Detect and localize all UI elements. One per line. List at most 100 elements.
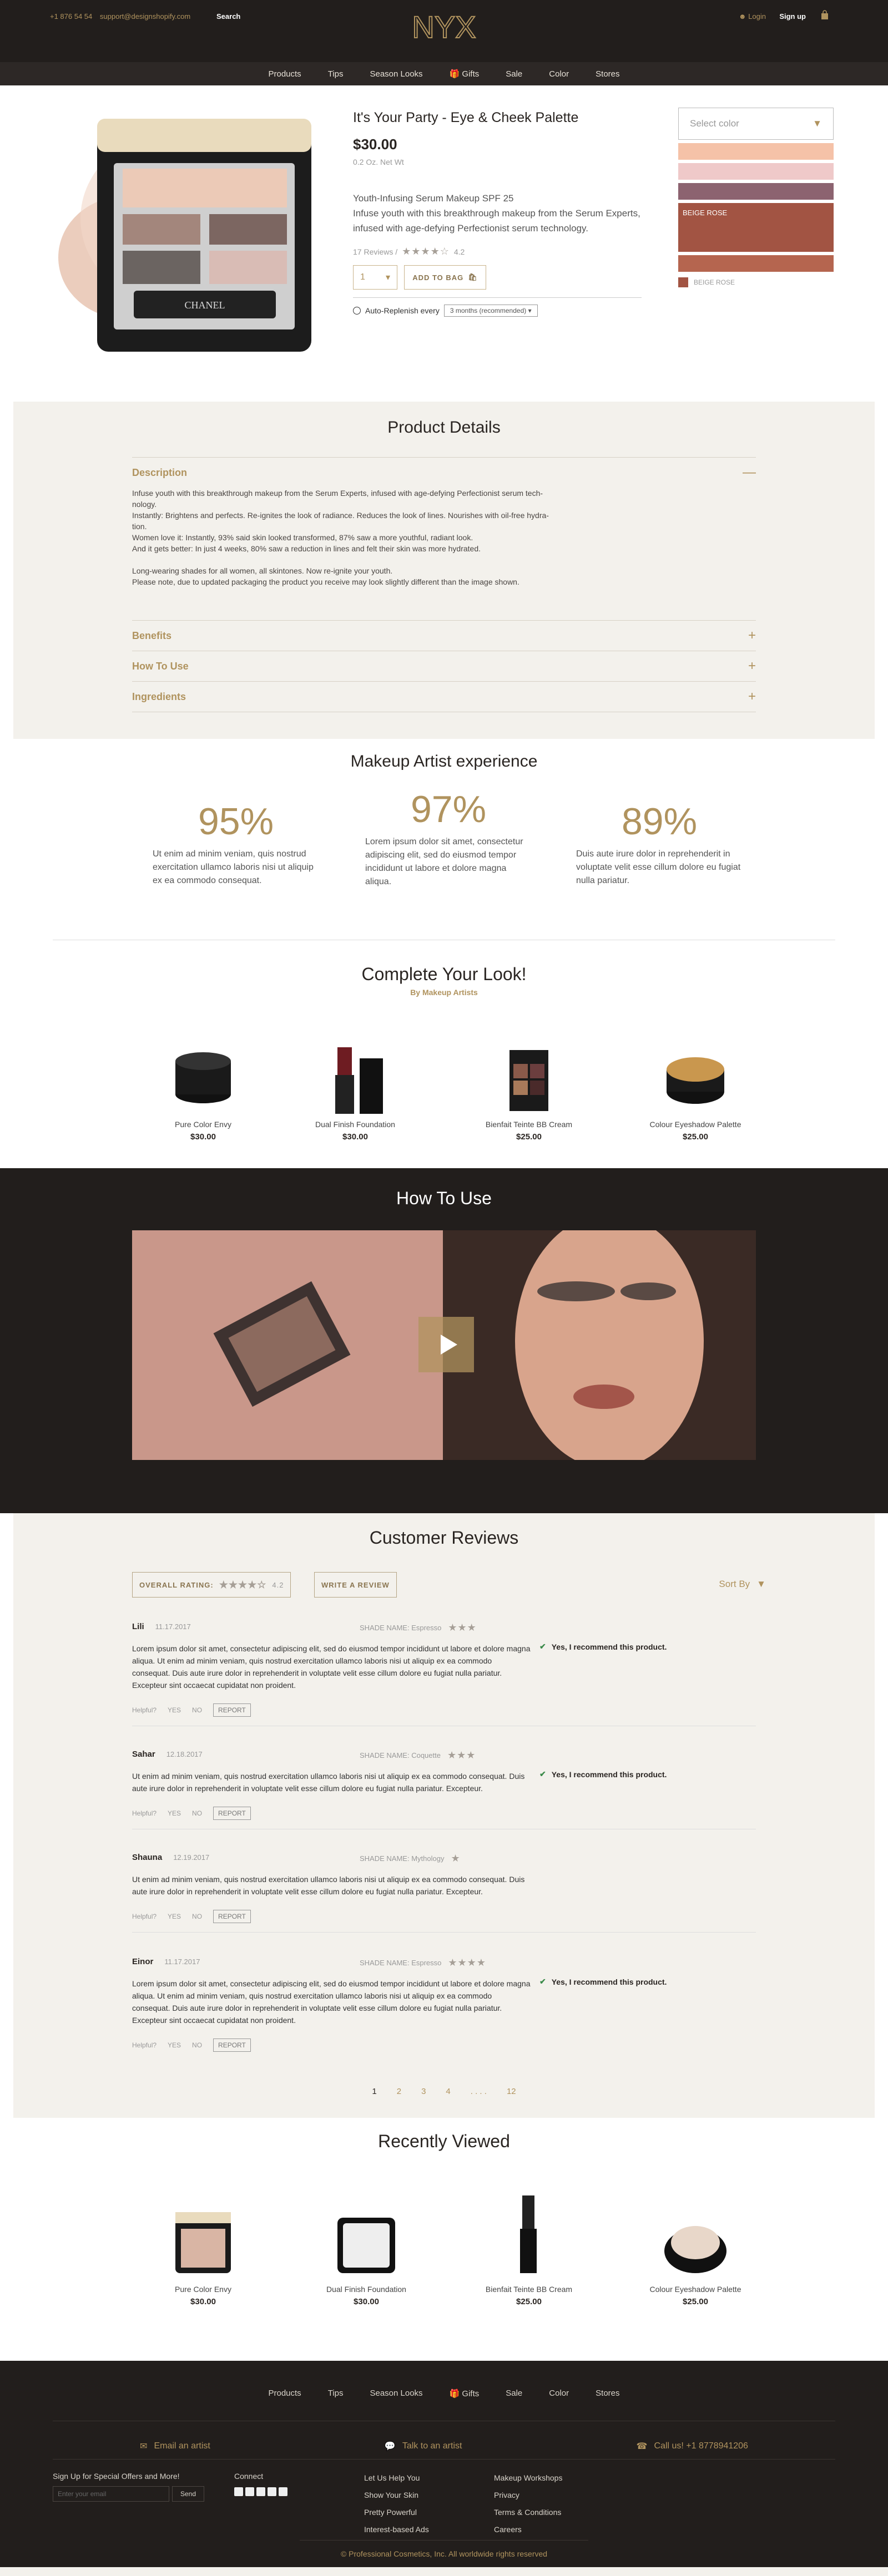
footer-nav-stores[interactable]: Stores: [596, 2389, 619, 2398]
login-link[interactable]: ☻ Login: [739, 12, 766, 21]
product-card[interactable]: Colour Eyeshadow Palette $25.00: [634, 1031, 756, 1142]
description-line: Women love it: Instantly, 93% said skin …: [132, 533, 473, 542]
swatch-5[interactable]: [678, 255, 834, 272]
facebook-icon[interactable]: [234, 2487, 243, 2496]
send-button[interactable]: Send: [172, 2486, 204, 2502]
product-card[interactable]: Bienfait Teinte BB Cream $25.00: [468, 2190, 590, 2306]
call-link[interactable]: ☎ Call us! +1 8778941206: [637, 2433, 748, 2459]
play-button[interactable]: [418, 1317, 474, 1372]
accordion-header-how-to-use[interactable]: How To Use +: [132, 651, 756, 681]
logo[interactable]: NYX: [405, 10, 483, 43]
email-input[interactable]: Enter your email: [53, 2486, 169, 2502]
footer-nav-gifts[interactable]: 🎁 Gifts: [450, 2389, 480, 2398]
color-select-label: Select color: [690, 118, 739, 129]
helpful-yes[interactable]: YES: [168, 2041, 181, 2049]
nav-sale[interactable]: Sale: [506, 69, 522, 79]
makeup-artist-experience: Makeup Artist experience 95% Ut enim ad …: [0, 739, 888, 953]
nav-gifts[interactable]: 🎁 Gifts: [450, 69, 480, 79]
product-price: $30.00: [190, 2297, 216, 2306]
stat-text: Ut enim ad minim veniam, quis nostrud ex…: [153, 849, 314, 885]
product-card[interactable]: Bienfait Teinte BB Cream $25.00: [468, 1031, 590, 1142]
product-card[interactable]: Dual Finish Foundation $30.00: [305, 2190, 427, 2306]
signup-link[interactable]: Sign up: [779, 12, 806, 21]
footer-link[interactable]: Let Us Help You: [364, 2469, 429, 2487]
talk-artist-label: Talk to an artist: [402, 2441, 462, 2451]
email-artist-link[interactable]: ✉ Email an artist: [140, 2433, 210, 2459]
product-card[interactable]: Colour Eyeshadow Palette $25.00: [634, 2190, 756, 2306]
footer-link[interactable]: Terms & Conditions: [494, 2504, 562, 2521]
email-link[interactable]: support@designshopify.com: [100, 12, 190, 21]
page-link[interactable]: 12: [507, 2087, 516, 2096]
product-card[interactable]: Pure Color Envy $30.00: [142, 1031, 264, 1142]
footer-link[interactable]: Privacy: [494, 2487, 562, 2504]
shopping-bag-icon[interactable]: [820, 10, 830, 20]
report-button[interactable]: REPORT: [213, 1807, 251, 1820]
nav-season-looks[interactable]: Season Looks: [370, 69, 422, 79]
footer-link[interactable]: Show Your Skin: [364, 2487, 429, 2504]
product-thumbnail: [520, 2195, 537, 2273]
helpful-yes[interactable]: YES: [168, 1913, 181, 1920]
color-select[interactable]: Select color ▼: [678, 108, 834, 140]
accordion-header-ingredients[interactable]: Ingredients +: [132, 682, 756, 712]
footer-nav-products[interactable]: Products: [268, 2389, 301, 2398]
accordion-header-benefits[interactable]: Benefits +: [132, 621, 756, 651]
swatch-1[interactable]: [678, 143, 834, 160]
helpful-yes[interactable]: YES: [168, 1809, 181, 1817]
footer-link[interactable]: Careers: [494, 2521, 562, 2538]
shade-prefix: SHADE NAME:: [360, 1624, 410, 1632]
replenish-radio[interactable]: [353, 307, 361, 315]
social-links: [234, 2487, 287, 2496]
instagram-icon[interactable]: [268, 2487, 276, 2496]
description-line: And it gets better: In just 4 weeks, 80%…: [132, 544, 481, 553]
report-button[interactable]: REPORT: [213, 1703, 251, 1717]
footer-nav-sale[interactable]: Sale: [506, 2389, 522, 2398]
helpful-no[interactable]: NO: [192, 1913, 202, 1920]
helpful-no[interactable]: NO: [192, 1809, 202, 1817]
rss-icon[interactable]: [279, 2487, 287, 2496]
youtube-icon[interactable]: [256, 2487, 265, 2496]
footer-nav-tips[interactable]: Tips: [328, 2389, 344, 2398]
swatch-selected[interactable]: BEIGE ROSE: [678, 203, 834, 252]
helpful-no[interactable]: NO: [192, 2041, 202, 2049]
description-line: [132, 554, 756, 565]
nav-tips[interactable]: Tips: [328, 69, 344, 79]
page-link[interactable]: 2: [397, 2087, 401, 2096]
review-item: Sahar 12.18.2017 SHADE NAME: Coquette ★★★ …: [132, 1750, 756, 1829]
add-to-bag-button[interactable]: ADD TO BAG 🛍: [404, 265, 486, 290]
write-review-button[interactable]: WRITE A REVIEW: [314, 1572, 397, 1598]
product-card[interactable]: Pure Color Envy $30.00: [142, 2190, 264, 2306]
description-body: Infuse youth with this breakthrough make…: [353, 208, 640, 234]
footer-link[interactable]: Pretty Powerful: [364, 2504, 429, 2521]
footer-nav-color[interactable]: Color: [549, 2389, 569, 2398]
report-button[interactable]: REPORT: [213, 1910, 251, 1923]
report-button[interactable]: REPORT: [213, 2039, 251, 2052]
nav-stores[interactable]: Stores: [596, 69, 619, 79]
sort-by-dropdown[interactable]: Sort By ▼: [719, 1579, 766, 1590]
swatch-2[interactable]: [678, 163, 834, 180]
quantity-select[interactable]: 1 ▾: [353, 265, 397, 290]
replenish-select[interactable]: 3 months (recommended) ▾: [443, 305, 538, 317]
footer-nav-season-looks[interactable]: Season Looks: [370, 2389, 422, 2398]
search-link[interactable]: Search: [216, 12, 240, 21]
review-date: 11.17.2017: [164, 1958, 200, 1966]
talk-artist-link[interactable]: 💬 Talk to an artist: [385, 2433, 462, 2459]
swatch-3[interactable]: [678, 183, 834, 200]
footer-link[interactable]: Makeup Workshops: [494, 2469, 562, 2487]
product-thumbnail: [335, 1047, 383, 1114]
phone-icon: ☎: [636, 2442, 648, 2451]
helpful-yes[interactable]: YES: [168, 1706, 181, 1714]
footer-link[interactable]: Interest-based Ads: [364, 2521, 429, 2538]
helpful-no[interactable]: NO: [192, 1706, 202, 1714]
twitter-icon[interactable]: [245, 2487, 254, 2496]
nav-color[interactable]: Color: [549, 69, 569, 79]
product-card[interactable]: Dual Finish Foundation $30.00: [294, 1031, 416, 1142]
phone-link[interactable]: +1 876 54 54: [50, 12, 92, 21]
nav-products[interactable]: Products: [268, 69, 301, 79]
accordion-header-description[interactable]: Description —: [132, 458, 756, 488]
page-link[interactable]: 1: [372, 2087, 376, 2096]
reviews-count[interactable]: 17 Reviews /: [353, 247, 397, 256]
video-player[interactable]: [132, 1230, 756, 1460]
review-stars: ★★★★: [448, 1957, 486, 1968]
page-link[interactable]: 4: [446, 2087, 450, 2096]
page-link[interactable]: 3: [421, 2087, 426, 2096]
